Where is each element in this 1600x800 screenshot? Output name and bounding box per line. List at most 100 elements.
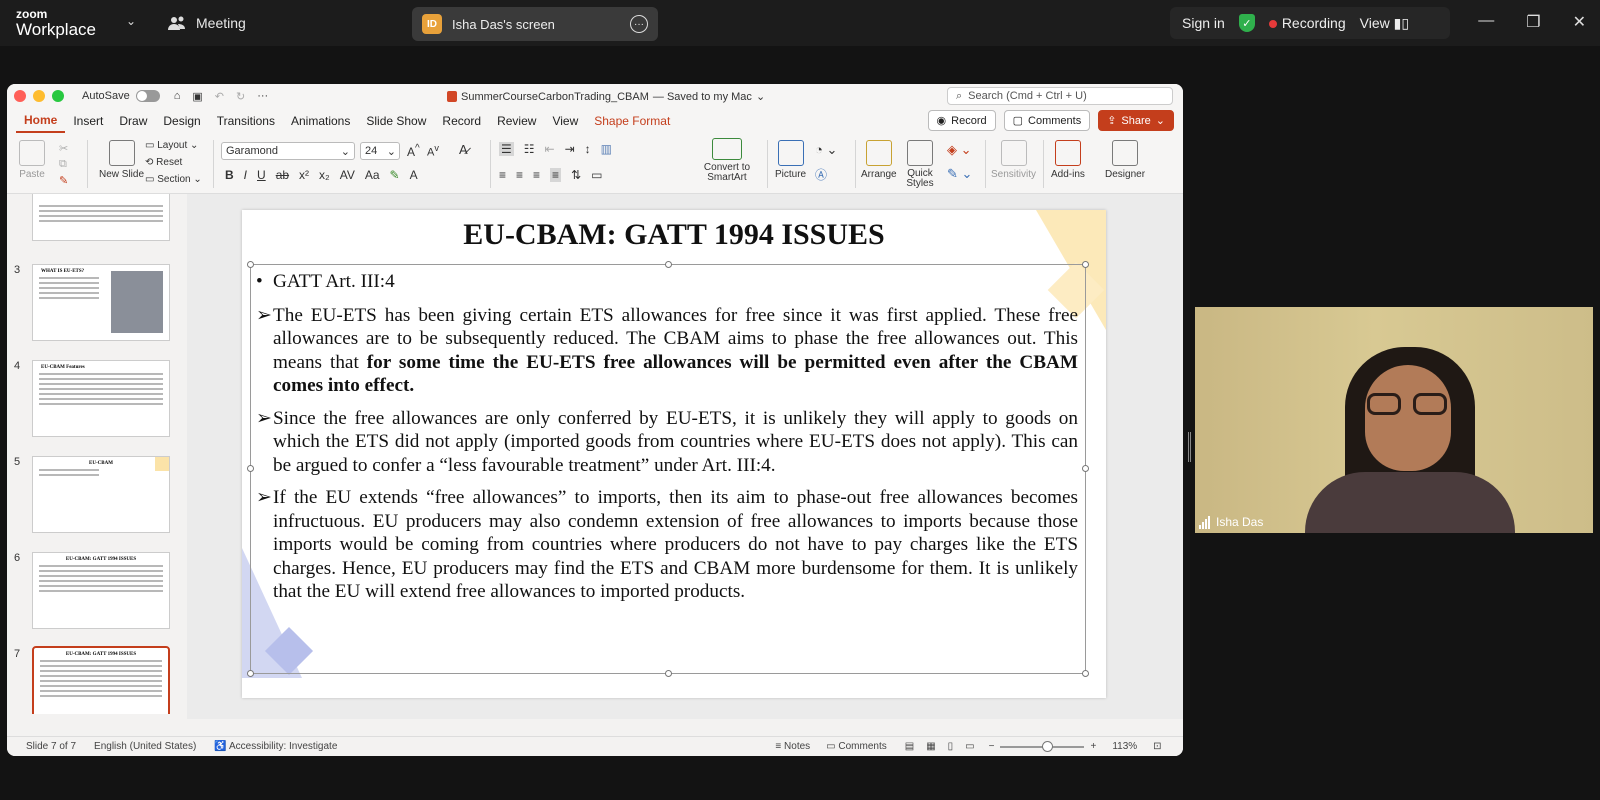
font-family-select[interactable]: Garamond ⌄: [221, 142, 355, 160]
slide-sorter-icon[interactable]: ▦: [926, 741, 935, 752]
redo-icon[interactable]: ↻: [236, 90, 245, 103]
meeting-button[interactable]: Meeting: [168, 15, 246, 31]
zoom-out-icon[interactable]: −: [989, 741, 995, 752]
zoom-in-icon[interactable]: +: [1090, 741, 1096, 752]
more-icon[interactable]: ···: [630, 15, 648, 33]
change-case-icon[interactable]: Aa: [365, 168, 380, 182]
textbox-icon[interactable]: Ⓐ: [815, 166, 827, 183]
tab-record[interactable]: Record: [434, 108, 489, 134]
home-icon[interactable]: ⌂: [174, 90, 181, 102]
tab-transitions[interactable]: Transitions: [209, 108, 283, 134]
normal-view-icon[interactable]: ▤: [905, 741, 914, 752]
shield-icon[interactable]: ✓: [1238, 14, 1255, 32]
resize-handle[interactable]: [1082, 670, 1089, 677]
slide-thumbnail-5[interactable]: EU-CBAM: [32, 456, 170, 533]
convert-smartart-button[interactable]: Convert to SmartArt: [697, 138, 757, 183]
language-status[interactable]: English (United States): [94, 741, 196, 752]
record-button[interactable]: ◉ Record: [927, 110, 996, 131]
screen-share-pill[interactable]: ID Isha Das's screen ···: [412, 7, 658, 41]
cut-icon[interactable]: ✂: [59, 142, 68, 155]
more-icon[interactable]: ···: [257, 90, 268, 102]
zoom-slider[interactable]: [1000, 740, 1085, 752]
fit-slide-icon[interactable]: ⊡: [1153, 741, 1161, 752]
shape-fill-icon[interactable]: ◈ ⌄: [947, 142, 972, 158]
add-ins-button[interactable]: Add-ins: [1051, 140, 1085, 180]
share-button[interactable]: ⇪ Share ⌄: [1098, 110, 1174, 131]
reset-button[interactable]: ⟲ Reset: [145, 157, 182, 168]
resize-handle[interactable]: [665, 261, 672, 268]
increase-font-icon[interactable]: A^: [407, 143, 420, 159]
tab-review[interactable]: Review: [489, 108, 544, 134]
chevron-down-icon[interactable]: ⌄: [126, 14, 136, 28]
slide-thumbnail-4[interactable]: EU-CBAM Features: [32, 360, 170, 437]
font-size-select[interactable]: 24 ⌄: [360, 142, 400, 160]
zoom-level[interactable]: 113%: [1112, 741, 1137, 752]
section-button[interactable]: ▭ Section ⌄: [145, 174, 202, 185]
close-icon[interactable]: ✕: [1573, 12, 1586, 32]
undo-icon[interactable]: ↶: [215, 90, 224, 103]
sensitivity-button[interactable]: Sensitivity: [991, 140, 1036, 180]
clear-format-icon[interactable]: A̷: [459, 142, 468, 157]
text-direction-icon[interactable]: ⇅: [571, 168, 581, 182]
notes-button[interactable]: ≡ Notes: [775, 741, 810, 752]
slide-body-text[interactable]: • GATT Art. III:4 ➢ The EU-ETS has been gi…: [256, 270, 1078, 613]
numbering-icon[interactable]: ☷: [524, 142, 535, 156]
underline-icon[interactable]: U: [257, 168, 266, 182]
comments-status-button[interactable]: ▭ Comments: [826, 741, 887, 752]
resize-handle[interactable]: [665, 670, 672, 677]
minimize-window-icon[interactable]: [33, 90, 45, 102]
columns-icon[interactable]: ▥: [601, 142, 612, 156]
tab-view[interactable]: View: [544, 108, 586, 134]
slide-thumbnail-2[interactable]: [32, 194, 170, 241]
slide-canvas[interactable]: EU-CBAM: GATT 1994 ISSUES • GATT Art. III…: [242, 210, 1106, 698]
copy-icon[interactable]: ⧉: [59, 158, 67, 171]
justify-icon[interactable]: ≡: [550, 168, 562, 182]
slideshow-icon[interactable]: ▭: [965, 741, 974, 752]
tab-home[interactable]: Home: [16, 109, 66, 133]
align-left-icon[interactable]: ≡: [499, 168, 506, 182]
slide-thumbnail-6[interactable]: EU-CBAM: GATT 1994 ISSUES: [32, 552, 170, 629]
paste-button[interactable]: Paste: [19, 140, 45, 180]
character-spacing-icon[interactable]: AV: [340, 168, 355, 182]
superscript-icon[interactable]: x²: [299, 168, 309, 182]
save-icon[interactable]: ▣: [192, 90, 202, 103]
slide-thumbnail-3[interactable]: WHAT IS EU-ETS?: [32, 264, 170, 341]
resize-handle[interactable]: [247, 465, 254, 472]
subscript-icon[interactable]: x₂: [319, 168, 330, 182]
recording-indicator[interactable]: Recording: [1268, 15, 1346, 31]
minimize-icon[interactable]: —: [1478, 12, 1494, 32]
split-handle[interactable]: [1188, 432, 1191, 462]
tab-design[interactable]: Design: [155, 108, 208, 134]
zoom-slider-thumb[interactable]: [1042, 740, 1054, 752]
close-window-icon[interactable]: [14, 90, 26, 102]
font-color-icon[interactable]: A: [410, 168, 418, 182]
comments-button[interactable]: ▢ Comments: [1003, 110, 1091, 131]
increase-indent-icon[interactable]: ⇥: [565, 142, 575, 156]
designer-button[interactable]: Designer: [1105, 140, 1145, 180]
align-text-icon[interactable]: ▭: [591, 168, 602, 182]
resize-handle[interactable]: [247, 261, 254, 268]
tab-shape-format[interactable]: Shape Format: [586, 108, 678, 134]
restore-icon[interactable]: ❐: [1526, 12, 1540, 32]
participant-video[interactable]: [1195, 307, 1593, 533]
arrange-button[interactable]: Arrange: [861, 140, 897, 180]
document-title[interactable]: SummerCourseCarbonTrading_CBAM — Saved t…: [447, 90, 765, 103]
new-slide-button[interactable]: New Slide: [99, 140, 144, 180]
sign-in-button[interactable]: Sign in: [1182, 15, 1225, 31]
slide-thumbnail-7[interactable]: EU-CBAM: GATT 1994 ISSUES: [32, 646, 170, 714]
tab-insert[interactable]: Insert: [65, 108, 111, 134]
quick-styles-button[interactable]: Quick Styles: [905, 140, 935, 189]
accessibility-status[interactable]: ♿ Accessibility: Investigate: [214, 741, 337, 752]
tab-slide-show[interactable]: Slide Show: [358, 108, 434, 134]
resize-handle[interactable]: [1082, 465, 1089, 472]
decrease-indent-icon[interactable]: ⇤: [545, 142, 555, 156]
tab-draw[interactable]: Draw: [111, 108, 155, 134]
layout-button[interactable]: ▭ Layout ⌄: [145, 140, 198, 151]
autosave-toggle[interactable]: AutoSave ⌂ ▣ ↶ ↻ ···: [82, 90, 268, 103]
strikethrough-icon[interactable]: ab: [276, 168, 289, 182]
reading-view-icon[interactable]: ▯: [948, 741, 954, 752]
bold-icon[interactable]: B: [225, 168, 234, 182]
slide-title[interactable]: EU-CBAM: GATT 1994 ISSUES: [242, 218, 1106, 252]
search-input[interactable]: ⌕ Search (Cmd + Ctrl + U): [947, 87, 1173, 105]
format-painter-icon[interactable]: ✎: [59, 174, 68, 187]
